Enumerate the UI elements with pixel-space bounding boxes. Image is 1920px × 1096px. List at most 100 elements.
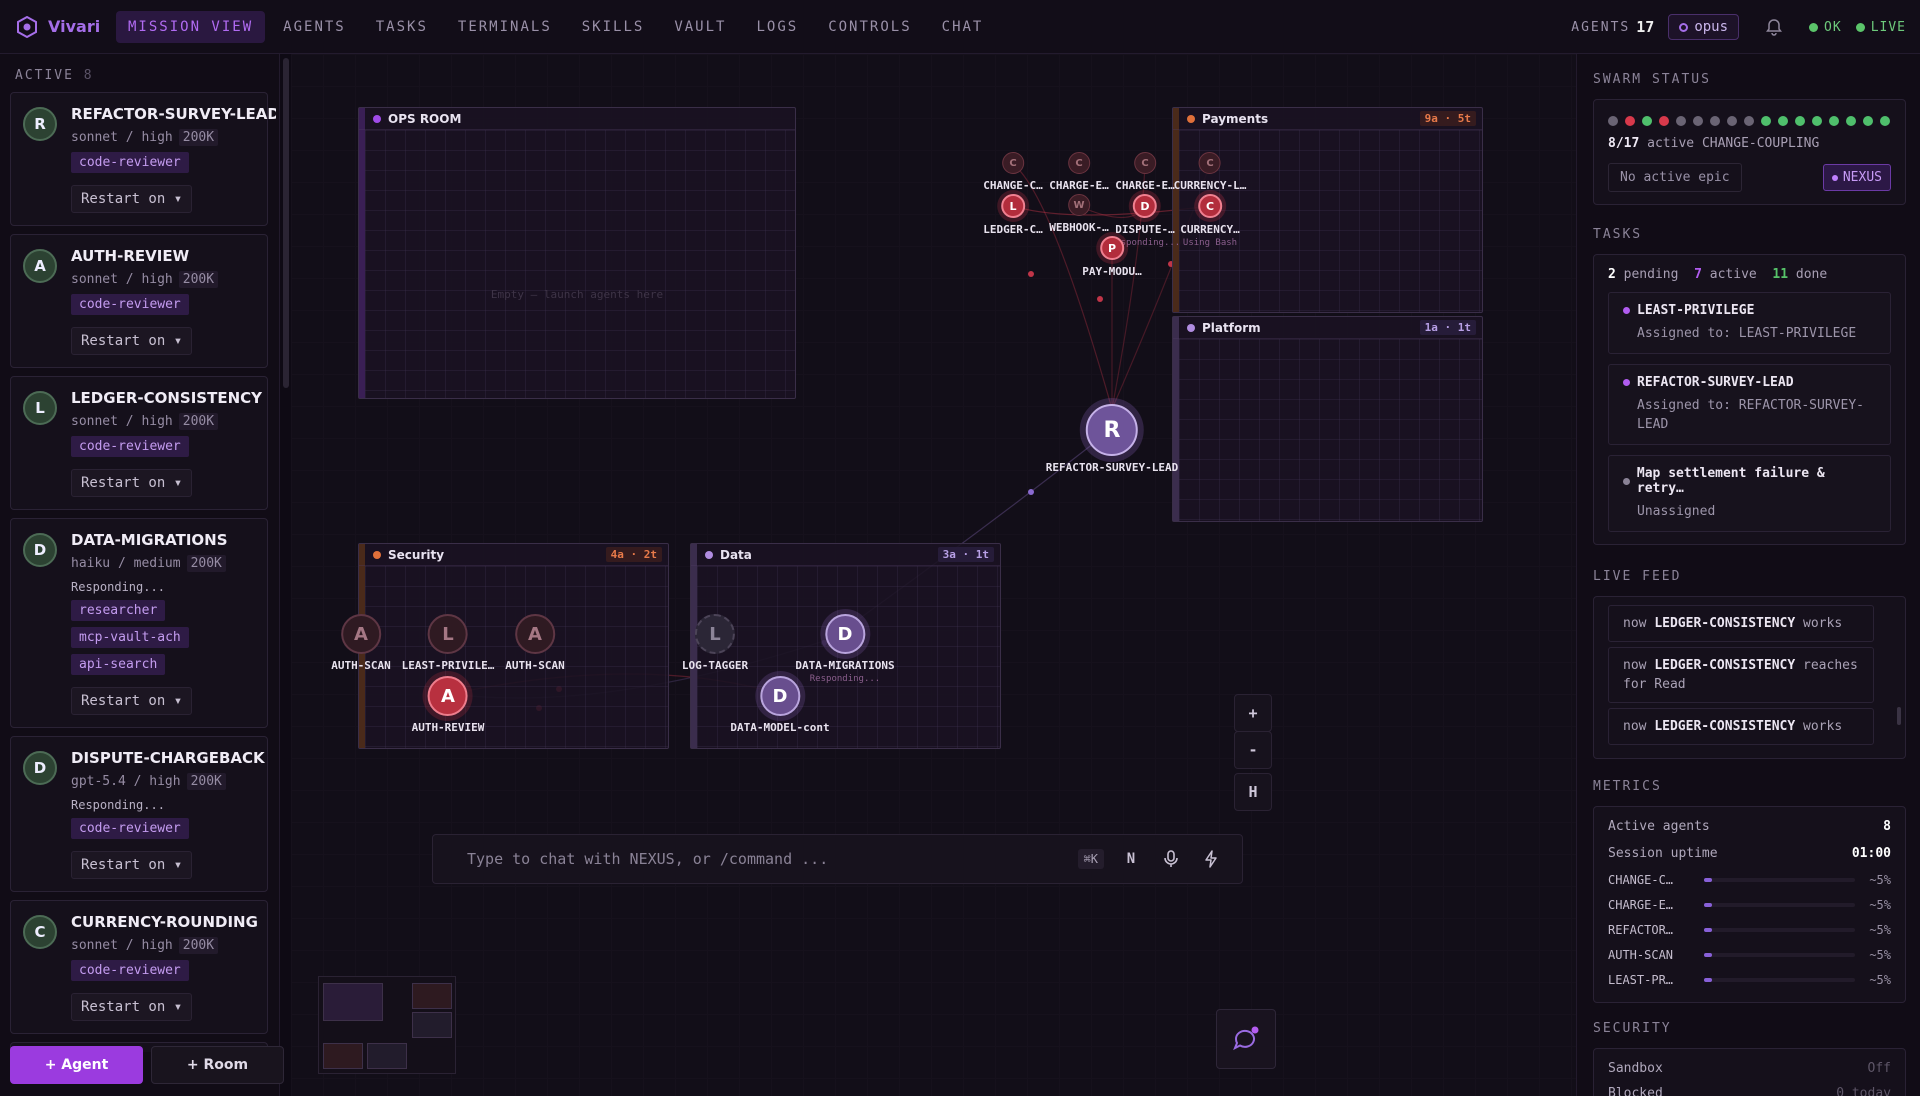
agent-model: haiku / medium — [71, 556, 181, 571]
task-item[interactable]: REFACTOR-SURVEY-LEAD Assigned to: REFACTO… — [1608, 364, 1891, 445]
mission-canvas[interactable]: OPS ROOM Empty — launch agents here Paym… — [291, 54, 1576, 1096]
restart-dropdown[interactable]: Restart on ▾ — [71, 993, 193, 1021]
swarm-agent-dot-icon — [1846, 116, 1856, 126]
nav-chat[interactable]: CHAT — [930, 11, 996, 43]
agent-skill-tag[interactable]: mcp-vault-ach — [71, 627, 189, 648]
agent-card[interactable]: C CURRENCY-ROUNDING sonnet / high 200K code-… — [10, 900, 268, 1034]
agent-node-avatar[interactable]: P — [1099, 236, 1124, 260]
nav-logs[interactable]: LOGS — [744, 11, 810, 43]
room-platform-header[interactable]: Platform 1a · 1t — [1173, 317, 1482, 339]
agent-skill-tag[interactable]: code-reviewer — [71, 436, 189, 457]
room-payments-header[interactable]: Payments 9a · 5t — [1173, 108, 1482, 130]
room-data-header[interactable]: Data 3a · 1t — [691, 544, 1000, 566]
task-item[interactable]: Map settlement failure & retry… Unassigne… — [1608, 455, 1891, 532]
agent-node-avatar[interactable]: D — [760, 676, 800, 716]
agent-node[interactable]: C CHANGE-C… — [983, 152, 1043, 192]
feed-item[interactable]: now LEDGER-CONSISTENCY works — [1608, 605, 1874, 642]
agent-node[interactable]: P PAY-MODU… — [1082, 236, 1142, 278]
agent-card[interactable]: R REFACTOR-SURVEY-LEAD sonnet / high 200K co… — [10, 92, 276, 226]
agent-card[interactable]: D DATA-MIGRATIONS haiku / medium 200K Respon… — [10, 518, 268, 728]
nav-agents[interactable]: AGENTS — [271, 11, 358, 43]
app-logo[interactable]: Vivari — [0, 15, 112, 38]
agent-node[interactable]: L LEAST-PRIVILE… — [402, 614, 494, 672]
restart-dropdown[interactable]: Restart on ▾ — [71, 185, 193, 213]
agent-skill-tag[interactable]: api-search — [71, 654, 166, 675]
agent-node-avatar[interactable]: L — [694, 614, 735, 654]
agent-node[interactable]: L LOG-TAGGER — [682, 614, 748, 672]
nav-mission-view[interactable]: MISSION VIEW — [116, 10, 266, 43]
agent-node[interactable]: D DATA-MODEL-cont — [730, 676, 830, 734]
agent-skill-tag[interactable]: code-reviewer — [71, 960, 189, 981]
feed-scrollbar[interactable] — [1897, 707, 1901, 725]
agent-node-avatar[interactable]: C — [1197, 194, 1222, 218]
agent-skill-tag[interactable]: code-reviewer — [71, 818, 189, 839]
restart-dropdown[interactable]: Restart on ▾ — [71, 469, 193, 497]
bell-icon[interactable] — [1765, 18, 1783, 36]
no-active-epic[interactable]: No active epic — [1608, 163, 1742, 192]
restart-dropdown[interactable]: Restart on ▾ — [71, 687, 193, 715]
add-agent-button[interactable]: + Agent — [10, 1046, 143, 1084]
agent-node[interactable]: W WEBHOOK-… — [1049, 194, 1109, 234]
agent-skill-tag[interactable]: code-reviewer — [71, 152, 189, 173]
feed-item[interactable]: now LEDGER-CONSISTENCY reaches for Read — [1608, 647, 1874, 703]
agent-node[interactable]: C CURRENCY-L… — [1174, 152, 1246, 192]
sidebar-scrollbar[interactable] — [283, 58, 289, 388]
agent-node-avatar[interactable]: C — [1133, 152, 1156, 174]
agent-node-avatar[interactable]: C — [1198, 152, 1221, 174]
lightning-icon[interactable] — [1198, 850, 1224, 868]
agent-node-avatar[interactable]: D — [825, 614, 865, 654]
agent-node-avatar[interactable]: C — [1001, 152, 1024, 174]
add-room-button[interactable]: + Room — [151, 1046, 284, 1084]
minimap[interactable] — [318, 976, 456, 1074]
nav-controls[interactable]: CONTROLS — [816, 11, 923, 43]
agent-list[interactable]: R REFACTOR-SURVEY-LEAD sonnet / high 200K co… — [0, 92, 276, 1052]
agent-node-avatar[interactable]: L — [1000, 194, 1025, 218]
agent-node[interactable]: R REFACTOR-SURVEY-LEAD — [1046, 404, 1178, 474]
agent-node[interactable]: C CHARGE-E… — [1115, 152, 1175, 192]
nexus-button[interactable]: NEXUS — [1822, 164, 1891, 191]
microphone-icon[interactable] — [1158, 850, 1184, 868]
agent-node[interactable]: A AUTH-SCAN — [331, 614, 391, 672]
room-security-header[interactable]: Security 4a · 2t — [359, 544, 668, 566]
agent-skill-tag[interactable]: researcher — [71, 600, 166, 621]
room-ops-header[interactable]: OPS ROOM — [359, 108, 795, 130]
agent-node[interactable]: A AUTH-REVIEW — [412, 676, 484, 734]
agent-node-avatar[interactable]: D — [1132, 194, 1157, 218]
restart-dropdown[interactable]: Restart on ▾ — [71, 327, 193, 355]
feed-text: works — [1803, 719, 1843, 734]
agent-card[interactable]: A AUTH-REVIEW sonnet / high 200K code-review… — [10, 234, 268, 368]
room-ops[interactable]: OPS ROOM Empty — launch agents here — [358, 107, 796, 399]
agent-node-avatar[interactable]: L — [428, 614, 468, 654]
agent-node-avatar[interactable]: W — [1067, 194, 1090, 216]
agent-name: AUTH-REVIEW — [71, 247, 190, 265]
nav-terminals[interactable]: TERMINALS — [446, 11, 564, 43]
model-selector[interactable]: opus — [1668, 14, 1740, 40]
nexus-mode-button[interactable]: N — [1118, 851, 1144, 867]
zoom-in-button[interactable]: + — [1234, 694, 1272, 732]
zoom-out-button[interactable]: - — [1234, 731, 1272, 769]
agent-node[interactable]: D DATA-MIGRATIONS Responding... — [795, 614, 895, 684]
agent-node[interactable]: C CURRENCY… Using Bash — [1180, 194, 1240, 248]
nav-skills[interactable]: SKILLS — [570, 11, 657, 43]
restart-dropdown[interactable]: Restart on ▾ — [71, 851, 193, 879]
agent-node[interactable]: A AUTH-SCAN — [505, 614, 565, 672]
chat-input[interactable] — [467, 850, 1078, 868]
task-item[interactable]: LEAST-PRIVILEGE Assigned to: LEAST-PRIVIL… — [1608, 292, 1891, 354]
feed-item[interactable]: now LEDGER-CONSISTENCY works — [1608, 708, 1874, 745]
room-platform[interactable]: Platform 1a · 1t — [1172, 316, 1483, 522]
nav-tasks[interactable]: TASKS — [364, 11, 440, 43]
chat-bubble-button[interactable] — [1216, 1009, 1276, 1069]
agent-node-avatar[interactable]: A — [427, 676, 468, 716]
agent-card[interactable]: D DISPUTE-CHARGEBACK gpt-5.4 / high 200K Res… — [10, 736, 268, 892]
agent-node[interactable]: C CHARGE-E… — [1049, 152, 1109, 192]
agent-node-avatar[interactable]: A — [340, 614, 381, 654]
agent-skill-tag[interactable]: code-reviewer — [71, 294, 189, 315]
command-shortcut-badge[interactable]: ⌘K — [1077, 849, 1104, 869]
nav-vault[interactable]: VAULT — [662, 11, 738, 43]
agent-node-avatar[interactable]: A — [514, 614, 555, 654]
agent-card[interactable]: L LEDGER-CONSISTENCY sonnet / high 200K code… — [10, 376, 268, 510]
agent-node-avatar[interactable]: C — [1067, 152, 1090, 174]
agent-node[interactable]: L LEDGER-C… — [983, 194, 1043, 236]
agent-node-avatar[interactable]: R — [1085, 404, 1138, 456]
zoom-home-button[interactable]: H — [1234, 773, 1272, 811]
